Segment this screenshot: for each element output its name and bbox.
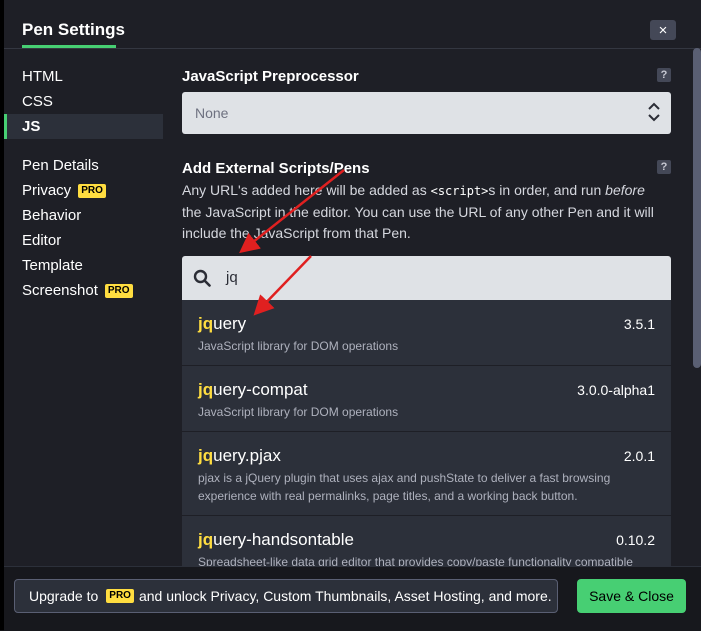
search-input-value: jq — [226, 269, 238, 286]
sidebar-item-label: Privacy — [22, 182, 72, 199]
list-item[interactable]: jquery.pjax 2.0.1 pjax is a jQuery plugi… — [182, 432, 671, 516]
help-icon[interactable]: ? — [657, 68, 671, 82]
sidebar-item-label: CSS — [22, 93, 53, 110]
external-scripts-label: Add External Scripts/Pens — [182, 160, 370, 177]
list-item[interactable]: jquery-compat 3.0.0-alpha1 JavaScript li… — [182, 366, 671, 432]
external-scripts-label-row: Add External Scripts/Pens ? — [182, 156, 671, 178]
sidebar-item-pen-details[interactable]: Pen Details — [4, 153, 163, 178]
modal-header: Pen Settings × — [4, 0, 701, 49]
result-name: jquery — [198, 314, 655, 334]
sidebar-item-privacy[interactable]: Privacy PRO — [4, 178, 163, 203]
modal-footer: Upgrade to PRO and unlock Privacy, Custo… — [4, 566, 701, 631]
sidebar-item-label: Editor — [22, 232, 62, 249]
sidebar-item-label: HTML — [22, 68, 63, 85]
upgrade-text: Upgrade to — [29, 588, 99, 604]
result-name-rest: uery — [213, 314, 247, 333]
desc-text: the JavaScript in the editor. You can us… — [182, 204, 654, 241]
preprocessor-label-row: JavaScript Preprocessor ? — [182, 64, 671, 86]
sidebar-item-css[interactable]: CSS — [4, 89, 163, 114]
sidebar-item-html[interactable]: HTML — [4, 64, 163, 89]
result-description: pjax is a jQuery plugin that uses ajax a… — [198, 471, 611, 503]
page-title: Pen Settings — [22, 20, 125, 39]
result-name-match: jq — [198, 380, 214, 399]
preprocessor-select[interactable]: None — [182, 92, 671, 134]
desc-text: Any URL's added here will be added as — [182, 182, 431, 198]
sidebar-item-behavior[interactable]: Behavior — [4, 203, 163, 228]
result-name-match: jq — [198, 446, 214, 465]
sidebar-item-editor[interactable]: Editor — [4, 228, 163, 253]
result-name: jquery-handsontable — [198, 530, 655, 550]
title-underline — [22, 45, 116, 48]
close-button[interactable]: × — [650, 20, 676, 40]
modal-scrollbar[interactable] — [693, 48, 701, 368]
preprocessor-select-value: None — [195, 105, 229, 121]
sidebar-item-screenshot[interactable]: Screenshot PRO — [4, 278, 163, 303]
pen-settings-modal: Pen Settings × HTML CSS JS Pen Details P… — [0, 0, 701, 631]
result-version: 0.10.2 — [616, 532, 655, 548]
desc-text: s in order, and run — [488, 182, 606, 198]
pro-badge: PRO — [78, 183, 106, 198]
search-icon — [193, 269, 211, 287]
close-icon: × — [658, 21, 668, 39]
result-version: 2.0.1 — [623, 448, 655, 464]
pro-badge: PRO — [106, 589, 134, 603]
result-name-match: jq — [198, 314, 214, 333]
result-name-rest: uery.pjax — [213, 446, 281, 465]
list-item[interactable]: jquery-handsontable 0.10.2 Spreadsheet-l… — [182, 516, 671, 570]
result-description: JavaScript library for DOM operations — [198, 405, 399, 419]
sidebar-item-template[interactable]: Template — [4, 253, 163, 278]
search-results-list: jquery 3.5.1 JavaScript library for DOM … — [182, 300, 671, 570]
external-scripts-description: Any URL's added here will be added as <s… — [182, 180, 662, 244]
list-item[interactable]: jquery 3.5.1 JavaScript library for DOM … — [182, 300, 671, 366]
result-name: jquery.pjax — [198, 446, 655, 466]
upgrade-button[interactable]: Upgrade to PRO and unlock Privacy, Custo… — [14, 579, 558, 613]
sidebar-item-label: Pen Details — [22, 157, 99, 174]
result-name-rest: uery-compat — [213, 380, 308, 399]
result-version: 3.0.0-alpha1 — [577, 382, 655, 398]
help-icon[interactable]: ? — [657, 160, 671, 174]
desc-emphasis: before — [605, 182, 645, 198]
result-version: 3.5.1 — [623, 316, 655, 332]
upgrade-text: and unlock Privacy, Custom Thumbnails, A… — [138, 588, 552, 604]
sidebar-item-label: Behavior — [22, 207, 82, 224]
sidebar-item-js[interactable]: JS — [4, 114, 163, 139]
desc-code: <script> — [430, 184, 489, 198]
result-name-rest: uery-handsontable — [213, 530, 354, 549]
settings-sidebar: HTML CSS JS Pen Details Privacy PRO Behav… — [4, 64, 163, 303]
result-name-match: jq — [198, 530, 214, 549]
save-close-button[interactable]: Save & Close — [577, 579, 686, 613]
select-arrows-icon — [647, 100, 661, 126]
pro-badge: PRO — [104, 283, 133, 298]
sidebar-item-label: Screenshot — [22, 282, 98, 299]
js-settings-panel: JavaScript Preprocessor ? None Add Exter… — [182, 64, 671, 570]
external-script-search-input[interactable]: jq — [182, 256, 671, 300]
sidebar-item-label: Template — [22, 257, 83, 274]
result-description: JavaScript library for DOM operations — [198, 339, 399, 353]
sidebar-item-label: JS — [22, 118, 41, 135]
preprocessor-label: JavaScript Preprocessor — [182, 68, 359, 85]
